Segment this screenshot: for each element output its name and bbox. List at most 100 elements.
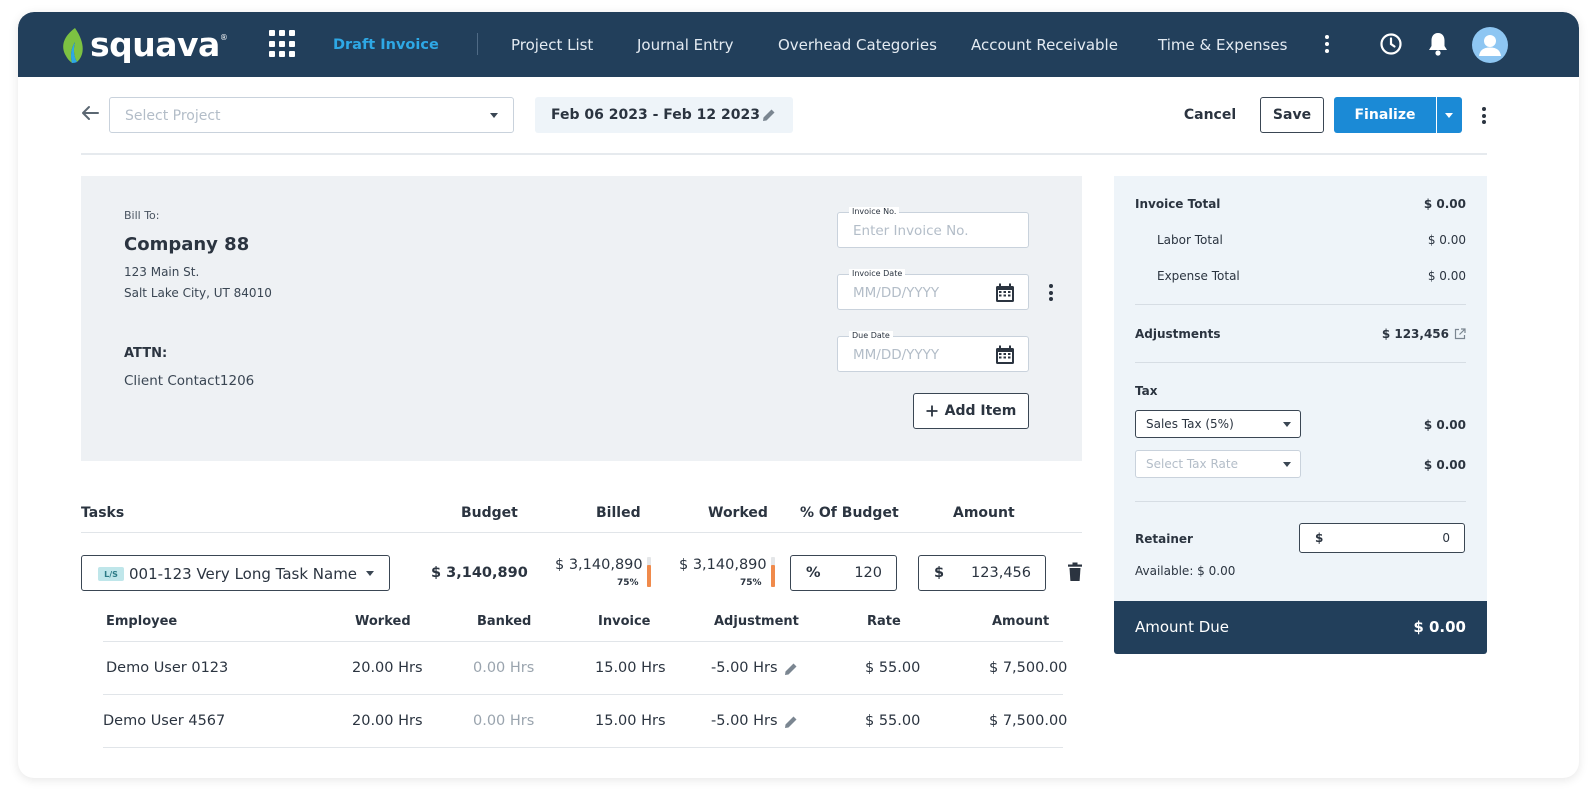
header-adjustment: Adjustment [714, 614, 799, 629]
chevron-down-icon [1283, 462, 1291, 467]
more-vertical-icon[interactable] [1325, 35, 1329, 53]
top-nav-bar: squava ® Draft Invoice Project List Jour… [18, 12, 1579, 77]
nav-overhead-categories[interactable]: Overhead Categories [778, 12, 937, 77]
dollar-prefix: $ [934, 565, 945, 581]
invoice-total-label: Invoice Total [1135, 197, 1221, 211]
tax-label: Tax [1135, 384, 1158, 398]
task-name: 001-123 Very Long Task Name [129, 565, 358, 583]
clock-icon[interactable] [1379, 32, 1403, 56]
worked-progress-fill [771, 564, 775, 587]
external-link-icon[interactable] [1454, 328, 1466, 340]
due-date-label: Due Date [849, 331, 893, 340]
edit-pencil-icon[interactable] [783, 661, 799, 677]
expense-total-value: $ 0.00 [1427, 269, 1466, 283]
summary-divider [1135, 362, 1466, 363]
task-billed-pct: 75% [617, 578, 639, 588]
user-avatar-icon[interactable] [1472, 27, 1508, 63]
labor-total-value: $ 0.00 [1427, 233, 1466, 247]
tax-rate-value: $ 0.00 [1423, 458, 1466, 472]
date-range-picker[interactable]: Feb 06 2023 - Feb 12 2023 [535, 97, 793, 133]
project-select-placeholder: Select Project [125, 108, 221, 124]
finalize-button[interactable]: Finalize [1334, 97, 1436, 133]
bill-to-label: Bill To: [124, 209, 160, 222]
invoice-summary-panel: Invoice Total $ 0.00 Labor Total $ 0.00 … [1114, 176, 1487, 602]
more-options-icon[interactable] [1482, 107, 1486, 124]
tax-rate-placeholder: Select Tax Rate [1146, 457, 1238, 471]
finalize-dropdown-button[interactable] [1437, 97, 1462, 133]
nav-draft-invoice[interactable]: Draft Invoice [333, 12, 439, 77]
task-amount-input[interactable]: $ 123,456 [918, 555, 1046, 591]
toolbar-divider [81, 153, 1487, 155]
adjustments-value: $ 123,456 [1381, 327, 1449, 341]
nav-account-receivable[interactable]: Account Receivable [971, 12, 1118, 77]
invoice-number-placeholder: Enter Invoice No. [853, 223, 969, 239]
cancel-button[interactable]: Cancel [1170, 97, 1250, 133]
employee-adjustment: -5.00 Hrs [711, 713, 778, 729]
amount-due-value: $ 0.00 [1413, 618, 1466, 636]
amount-due-label: Amount Due [1135, 618, 1229, 636]
employee-rate: $ 55.00 [865, 660, 921, 676]
worked-progress-bar [771, 557, 775, 587]
task-worked: $ 3,140,890 [679, 557, 767, 573]
header-employee: Employee [106, 614, 178, 629]
retainer-available: Available: $ 0.00 [1135, 564, 1236, 578]
pct-of-budget-input[interactable]: % 120 [790, 555, 897, 591]
invoice-date-placeholder: MM/DD/YYYY [853, 285, 940, 301]
chevron-down-icon [1445, 113, 1453, 118]
nav-time-expenses[interactable]: Time & Expenses [1158, 12, 1287, 77]
task-select[interactable]: L/S 001-123 Very Long Task Name [81, 555, 390, 591]
amount-due-bar: Amount Due $ 0.00 [1114, 601, 1487, 654]
employee-invoice: 15.00 Hrs [595, 660, 666, 676]
invoice-date-field[interactable]: Invoice Date MM/DD/YYYY [837, 269, 1029, 310]
bell-icon[interactable] [1427, 31, 1449, 57]
billed-progress-fill [647, 564, 651, 587]
invoice-date-label: Invoice Date [849, 269, 906, 278]
edit-pencil-icon[interactable] [783, 714, 799, 730]
percent-prefix: % [806, 565, 821, 581]
nav-journal-entry[interactable]: Journal Entry [637, 12, 734, 77]
company-name: Company 88 [124, 234, 250, 255]
address-line-2: Salt Lake City, UT 84010 [124, 286, 272, 300]
header-budget: Budget [461, 505, 518, 521]
chevron-down-icon [490, 113, 498, 118]
calendar-icon[interactable] [995, 345, 1015, 365]
due-date-field[interactable]: Due Date MM/DD/YYYY [837, 331, 1029, 372]
calendar-icon[interactable] [995, 283, 1015, 303]
due-date-placeholder: MM/DD/YYYY [853, 347, 940, 363]
back-arrow-icon[interactable] [80, 105, 100, 121]
employee-invoice: 15.00 Hrs [595, 713, 666, 729]
labor-total-label: Labor Total [1157, 233, 1223, 247]
task-type-badge: L/S [98, 567, 124, 581]
header-emp-amount: Amount [992, 614, 1050, 629]
header-invoice: Invoice [598, 614, 651, 629]
squava-logo[interactable]: squava ® [60, 22, 228, 67]
retainer-value: 0 [1442, 531, 1450, 545]
employee-banked: 0.00 Hrs [473, 660, 535, 676]
client-contact: Client Contact1206 [124, 373, 255, 389]
edit-pencil-icon [763, 109, 775, 121]
retainer-input[interactable]: $ 0 [1299, 523, 1465, 553]
header-emp-worked: Worked [355, 614, 411, 629]
header-worked: Worked [708, 505, 768, 521]
attn-label: ATTN: [124, 346, 168, 361]
add-item-button[interactable]: Add Item [913, 393, 1029, 429]
tax-value: $ 0.00 [1423, 418, 1466, 432]
employee-name: Demo User 4567 [103, 713, 226, 729]
employee-name: Demo User 0123 [106, 660, 229, 676]
retainer-label: Retainer [1135, 532, 1193, 546]
nav-project-list[interactable]: Project List [511, 12, 593, 77]
trash-icon[interactable] [1067, 562, 1083, 582]
save-button[interactable]: Save [1260, 97, 1324, 133]
employee-rate: $ 55.00 [865, 713, 921, 729]
invoice-number-field[interactable]: Invoice No. Enter Invoice No. [837, 207, 1029, 248]
project-select[interactable]: Select Project [109, 97, 514, 133]
retainer-prefix: $ [1315, 531, 1324, 545]
apps-grid-icon[interactable] [269, 30, 297, 58]
tasks-header-divider [81, 532, 1082, 533]
plus-icon [926, 405, 938, 417]
row-divider [103, 747, 1063, 748]
date-options-icon[interactable] [1049, 284, 1053, 301]
tax-rate-select[interactable]: Select Tax Rate [1135, 450, 1301, 478]
tax-select[interactable]: Sales Tax (5%) [1135, 410, 1301, 438]
task-budget: $ 3,140,890 [431, 565, 528, 581]
